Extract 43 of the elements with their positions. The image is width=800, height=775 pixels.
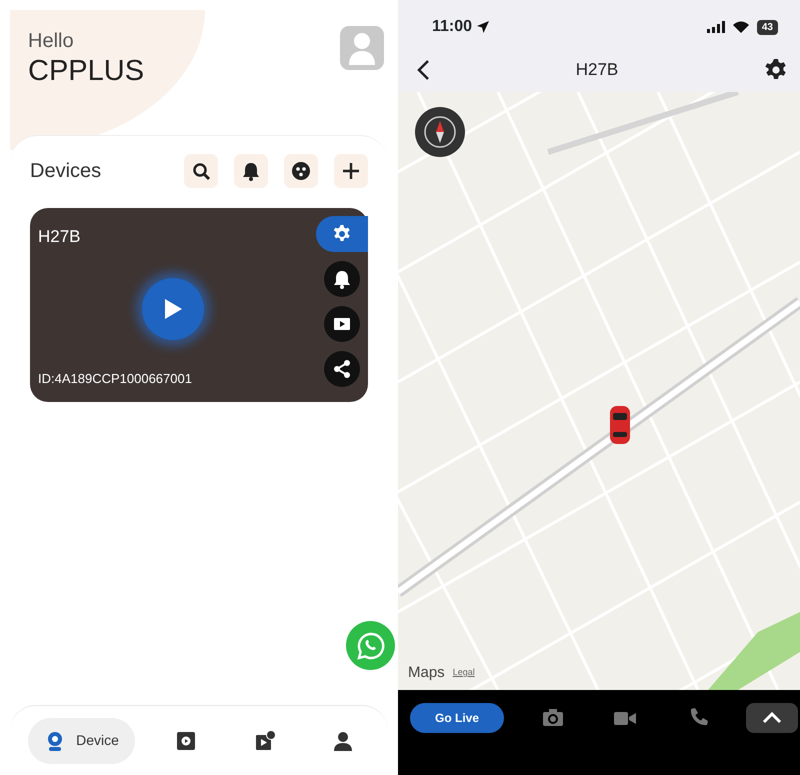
device-name: H27B [38, 226, 82, 248]
settings-button[interactable] [316, 216, 368, 252]
bell-button[interactable] [324, 261, 360, 297]
dots-icon [291, 161, 311, 181]
playback-icon [175, 730, 198, 752]
signal-icon [706, 21, 725, 33]
map-brand: Maps [408, 662, 445, 682]
nav-tab[interactable]: Device [28, 718, 135, 764]
location-arrow-icon [476, 20, 490, 34]
share-icon [332, 359, 352, 379]
legal-link[interactable]: Legal [452, 666, 475, 680]
search-button[interactable] [184, 154, 218, 188]
wifi-icon [732, 21, 749, 33]
user-name: CPPLUS [28, 56, 144, 88]
dots-button[interactable] [284, 154, 318, 188]
settings-icon[interactable] [764, 58, 788, 82]
device-id: ID:4A189CCP1000667001 [38, 370, 193, 388]
bell-button[interactable] [234, 154, 268, 188]
bell-icon [241, 161, 261, 181]
camera-icon [542, 707, 564, 729]
settings-icon [332, 224, 352, 244]
search-icon [191, 161, 211, 181]
greeting: Hello [28, 29, 75, 54]
battery-level: 43 [756, 20, 778, 34]
go-live-button[interactable]: Go Live [410, 703, 504, 733]
status-time: 11:00 [432, 17, 472, 37]
screen-title: H27B [576, 59, 618, 82]
device-card[interactable]: H27B ID:4A189CCP1000667001 [30, 208, 368, 402]
record-icon [254, 730, 276, 752]
plus-button[interactable] [334, 154, 368, 188]
bell-icon [332, 269, 352, 289]
play-icon [163, 298, 183, 320]
back-icon[interactable] [416, 59, 430, 81]
play-button[interactable] [142, 278, 204, 340]
compass-icon[interactable] [415, 107, 465, 157]
car-icon [609, 405, 631, 445]
section-title: Devices [30, 159, 102, 184]
expand-button[interactable] [746, 703, 798, 733]
share-button[interactable] [324, 351, 360, 387]
video-button[interactable] [324, 306, 360, 342]
account-icon [332, 730, 354, 752]
chat-phone-icon [356, 630, 386, 660]
plus-icon [341, 161, 361, 181]
